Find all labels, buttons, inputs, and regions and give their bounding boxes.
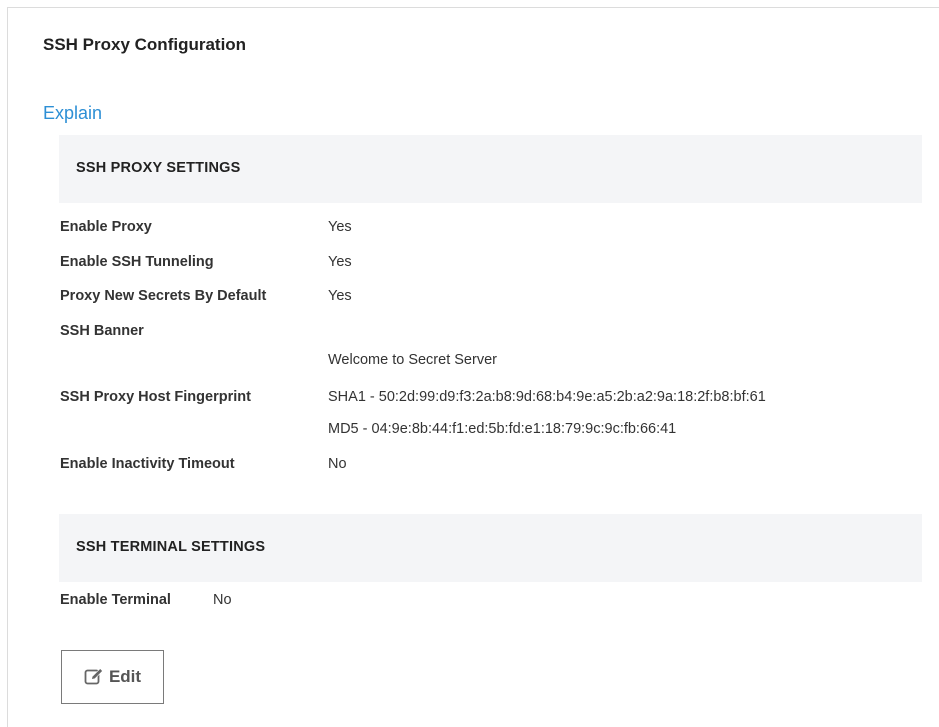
proxy-settings-header: SSH PROXY SETTINGS xyxy=(59,135,922,203)
enable-proxy-value: Yes xyxy=(328,219,352,235)
enable-proxy-label: Enable Proxy xyxy=(60,219,152,235)
proxy-settings-title: SSH PROXY SETTINGS xyxy=(76,160,241,176)
edit-icon xyxy=(84,668,104,686)
terminal-settings-title: SSH TERMINAL SETTINGS xyxy=(76,539,266,555)
edit-button[interactable]: Edit xyxy=(61,650,164,704)
terminal-settings-header: SSH TERMINAL SETTINGS xyxy=(59,514,922,582)
ssh-banner-label: SSH Banner xyxy=(60,323,144,339)
host-fingerprint-label: SSH Proxy Host Fingerprint xyxy=(60,389,251,405)
ssh-banner-value: Welcome to Secret Server xyxy=(328,352,497,368)
enable-ssh-tunneling-label: Enable SSH Tunneling xyxy=(60,254,214,270)
inactivity-timeout-value: No xyxy=(328,456,347,472)
enable-ssh-tunneling-value: Yes xyxy=(328,254,352,270)
proxy-new-secrets-label: Proxy New Secrets By Default xyxy=(60,288,267,304)
inactivity-timeout-label: Enable Inactivity Timeout xyxy=(60,456,235,472)
explain-link[interactable]: Explain xyxy=(43,103,102,124)
enable-terminal-label: Enable Terminal xyxy=(60,592,171,608)
host-fingerprint-sha1: SHA1 - 50:2d:99:d9:f3:2a:b8:9d:68:b4:9e:… xyxy=(328,389,766,405)
edit-button-label: Edit xyxy=(108,667,142,686)
host-fingerprint-md5: MD5 - 04:9e:8b:44:f1:ed:5b:fd:e1:18:79:9… xyxy=(328,421,677,437)
page-title: SSH Proxy Configuration xyxy=(43,35,247,54)
proxy-new-secrets-value: Yes xyxy=(328,288,352,304)
enable-terminal-value: No xyxy=(213,592,232,608)
